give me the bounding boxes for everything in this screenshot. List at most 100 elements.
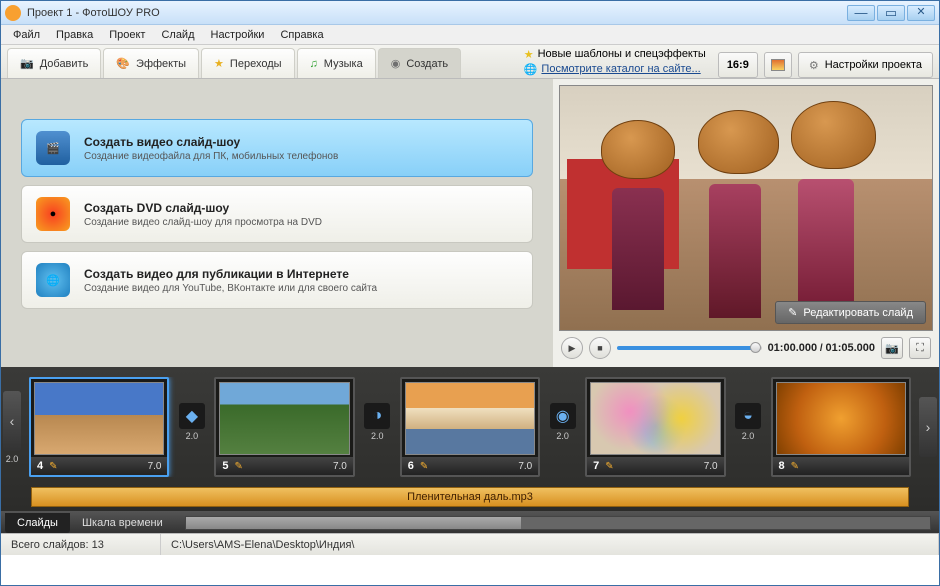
- aspect-ratio-button[interactable]: 16:9: [718, 52, 758, 78]
- music-icon: ♫: [310, 58, 318, 70]
- transition-icon: ◑: [364, 403, 390, 429]
- slide-thumb: [219, 382, 349, 455]
- create-video-card[interactable]: 🎬 Создать видео слайд-шоу Создание видео…: [21, 119, 533, 177]
- create-web-title: Создать видео для публикации в Интернете: [84, 267, 377, 281]
- tab-transitions-label: Переходы: [230, 58, 282, 70]
- titlebar: Проект 1 - ФотоШОУ PRO — ▭ ✕: [1, 1, 939, 25]
- create-dvd-desc: Создание видео слайд-шоу для просмотра н…: [84, 217, 322, 228]
- tab-create-label: Создать: [406, 58, 448, 70]
- globe-icon: 🌐: [524, 63, 538, 76]
- add-icon: 📷: [20, 57, 34, 70]
- create-video-title: Создать видео слайд-шоу: [84, 135, 338, 149]
- create-video-desc: Создание видеофайла для ПК, мобильных те…: [84, 151, 338, 162]
- tab-slides-view[interactable]: Слайды: [5, 513, 70, 533]
- seek-thumb[interactable]: [750, 342, 761, 353]
- slide-footer: 7 ✎ 7.0: [587, 457, 723, 475]
- create-web-desc: Создание видео для YouTube, ВКонтакте ил…: [84, 283, 377, 294]
- slide-number: 7: [593, 460, 599, 472]
- promo-line1: Новые шаблоны и спецэффекты: [538, 48, 706, 60]
- video-file-icon: 🎬: [36, 131, 70, 165]
- slide-number: 8: [779, 460, 785, 472]
- fullscreen-button[interactable]: ⛶: [909, 337, 931, 359]
- timeline-scroll-thumb[interactable]: [186, 517, 521, 529]
- gear-icon: ⚙: [809, 59, 819, 72]
- promo-box: ★ Новые шаблоны и спецэффекты 🌐Посмотрите…: [524, 45, 706, 78]
- stop-button[interactable]: ■: [589, 337, 611, 359]
- seek-bar[interactable]: [617, 346, 762, 350]
- slide-duration: 7.0: [148, 461, 162, 472]
- slide-edit-icon[interactable]: ✎: [420, 461, 512, 472]
- slide-edit-icon[interactable]: ✎: [49, 461, 141, 472]
- edit-slide-label: Редактировать слайд: [803, 307, 913, 319]
- menu-edit[interactable]: Правка: [48, 27, 101, 43]
- timeline-scrollbar[interactable]: [185, 516, 931, 530]
- status-path: C:\Users\AMS-Elena\Desktop\Индия\: [161, 534, 939, 555]
- tab-effects[interactable]: 🎨Эффекты: [103, 48, 199, 78]
- create-web-card[interactable]: 🌐 Создать видео для публикации в Интерне…: [21, 251, 533, 309]
- close-button[interactable]: ✕: [907, 5, 935, 21]
- slide-number: 4: [37, 460, 43, 472]
- background-button[interactable]: [764, 52, 792, 78]
- slide-edit-icon[interactable]: ✎: [791, 461, 897, 472]
- promo-link[interactable]: Посмотрите каталог на сайте...: [541, 63, 700, 75]
- timecode: 01:00.000 / 01:05.000: [768, 342, 875, 354]
- strip-next-button[interactable]: ›: [919, 397, 937, 457]
- slide-thumb: [776, 382, 906, 455]
- tab-music[interactable]: ♫Музыка: [297, 48, 376, 78]
- timeline-tabs: Слайды Шкала времени: [1, 511, 939, 533]
- promo-star-icon: ★: [524, 48, 534, 61]
- slide-item-5[interactable]: 5 ✎ 7.0: [214, 377, 354, 477]
- slide-number: 6: [408, 460, 414, 472]
- slide-item-7[interactable]: 7 ✎ 7.0: [585, 377, 725, 477]
- pencil-icon: ✎: [788, 306, 797, 319]
- transition-7[interactable]: ◒ 2.0: [732, 403, 765, 451]
- tab-create[interactable]: ◉Создать: [378, 48, 461, 78]
- audio-track-label: Пленительная даль.mp3: [407, 491, 533, 503]
- transition-icon: ◒: [735, 403, 761, 429]
- transition-duration: 2.0: [186, 431, 199, 441]
- toolbar: 📷Добавить 🎨Эффекты ★Переходы ♫Музыка ◉Со…: [1, 45, 939, 79]
- tab-transitions[interactable]: ★Переходы: [201, 48, 294, 78]
- tab-add[interactable]: 📷 Добавить: [7, 48, 101, 78]
- edit-slide-button[interactable]: ✎ Редактировать слайд: [775, 301, 926, 324]
- slide-duration: 7.0: [333, 461, 347, 472]
- transition-duration: 2.0: [742, 431, 755, 441]
- menu-slide[interactable]: Слайд: [153, 27, 202, 43]
- transition-6[interactable]: ◉ 2.0: [546, 403, 579, 451]
- menu-settings[interactable]: Настройки: [203, 27, 273, 43]
- palette-icon: 🎨: [116, 57, 130, 70]
- transition-icon: ◆: [179, 403, 205, 429]
- slide-item-6[interactable]: 6 ✎ 7.0: [400, 377, 540, 477]
- menu-help[interactable]: Справка: [272, 27, 331, 43]
- sunset-icon: [771, 59, 785, 71]
- menubar: Файл Правка Проект Слайд Настройки Справ…: [1, 25, 939, 45]
- slide-footer: 6 ✎ 7.0: [402, 457, 538, 475]
- transition-duration: 2.0: [371, 431, 384, 441]
- slide-footer: 5 ✎ 7.0: [216, 457, 352, 475]
- strip-prev-button[interactable]: ‹: [3, 391, 21, 451]
- transition-4[interactable]: ◆ 2.0: [175, 403, 208, 451]
- strip-prev-dur: 2.0: [6, 454, 19, 464]
- play-button[interactable]: ▶: [561, 337, 583, 359]
- maximize-button[interactable]: ▭: [877, 5, 905, 21]
- slide-duration: 7.0: [518, 461, 532, 472]
- timeline: ‹ 2.0 4 ✎ 7.0 ◆ 2.0 5 ✎ 7.0 ◑ 2.0 6 ✎ 7.…: [1, 367, 939, 533]
- slide-edit-icon[interactable]: ✎: [235, 461, 327, 472]
- slide-item-4[interactable]: 4 ✎ 7.0: [29, 377, 169, 477]
- transition-duration: 2.0: [556, 431, 569, 441]
- slide-edit-icon[interactable]: ✎: [605, 461, 697, 472]
- create-dvd-card[interactable]: ● Создать DVD слайд-шоу Создание видео с…: [21, 185, 533, 243]
- transition-5[interactable]: ◑ 2.0: [361, 403, 394, 451]
- snapshot-button[interactable]: 📷: [881, 337, 903, 359]
- tab-timeline-view[interactable]: Шкала времени: [70, 513, 175, 533]
- slide-item-8[interactable]: 8 ✎: [771, 377, 911, 477]
- menu-project[interactable]: Проект: [101, 27, 153, 43]
- audio-track[interactable]: Пленительная даль.mp3: [31, 487, 909, 507]
- statusbar: Всего слайдов: 13 C:\Users\AMS-Elena\Des…: [1, 533, 939, 555]
- tab-add-label: Добавить: [40, 58, 89, 70]
- menu-file[interactable]: Файл: [5, 27, 48, 43]
- minimize-button[interactable]: —: [847, 5, 875, 21]
- project-settings-button[interactable]: ⚙Настройки проекта: [798, 52, 933, 78]
- aspect-label: 16:9: [727, 59, 749, 71]
- slide-footer: 4 ✎ 7.0: [31, 457, 167, 475]
